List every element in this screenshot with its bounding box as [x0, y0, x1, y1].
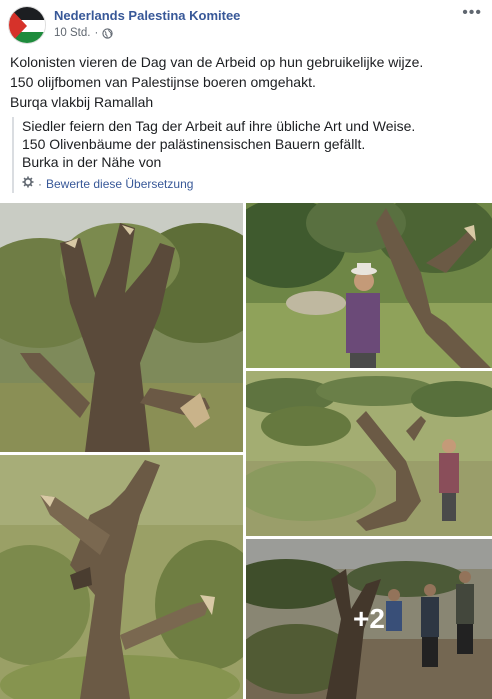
post-text-line: Kolonisten vieren de Dag van de Arbeid o…	[10, 54, 424, 70]
rate-separator: ·	[38, 177, 42, 191]
post-text-line: 150 olijfbomen van Palestijnse boeren om…	[10, 74, 316, 90]
post-text-line: Burqa vlakbij Ramallah	[10, 94, 154, 110]
rate-translation-link[interactable]: Bewerte diese Übersetzung	[46, 175, 193, 193]
rate-translation: · Bewerte diese Übersetzung	[22, 175, 482, 193]
globe-icon	[102, 27, 113, 39]
photo-cut-olive-tree-1[interactable]	[0, 203, 243, 452]
translation-line: Burka in der Nähe von	[22, 154, 162, 170]
gear-icon[interactable]	[22, 175, 34, 193]
photo-hillside-trees[interactable]	[246, 371, 492, 536]
photo-gallery: +2	[0, 203, 492, 699]
post-text: Kolonisten vieren de Dag van de Arbeid o…	[10, 52, 486, 112]
ellipsis-icon[interactable]: •••	[462, 5, 482, 21]
photo-farmer-by-tree[interactable]	[246, 203, 492, 368]
post-header: Nederlands Palestina Komitee 10 Std. · •…	[8, 5, 484, 46]
photo-cut-olive-tree-2[interactable]	[0, 455, 243, 699]
translation-line: Siedler feiern den Tag der Arbeit auf ih…	[22, 118, 416, 134]
page-avatar[interactable]	[8, 6, 46, 44]
post-meta: 10 Std. ·	[54, 27, 113, 39]
translation-line: 150 Olivenbäume der palästinensischen Ba…	[22, 136, 366, 152]
more-photos-overlay[interactable]: +2	[246, 539, 492, 699]
translation-block: Siedler feiern den Tag der Arbeit auf ih…	[12, 117, 482, 193]
meta-separator: ·	[94, 27, 99, 39]
page-name-link[interactable]: Nederlands Palestina Komitee	[54, 8, 240, 23]
timestamp[interactable]: 10 Std.	[54, 27, 90, 39]
photo-men-near-stumps[interactable]: +2	[246, 539, 492, 699]
